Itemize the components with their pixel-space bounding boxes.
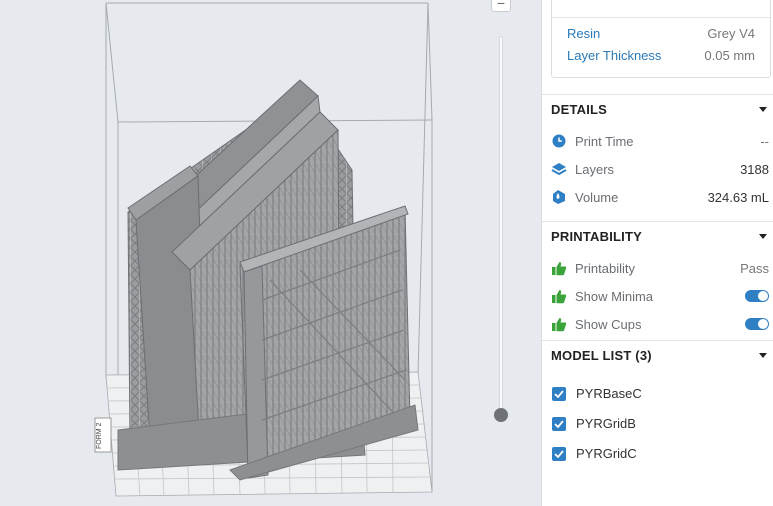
card-divider (552, 17, 770, 18)
clock-icon (551, 133, 567, 149)
model-list-header[interactable]: MODEL LIST (3) (551, 348, 767, 363)
layers-row: Layers 3188 (551, 161, 769, 177)
printability-header[interactable]: PRINTABILITY (551, 229, 767, 244)
volume-row: Volume 324.63 mL (551, 189, 769, 205)
chevron-down-icon[interactable] (759, 353, 767, 358)
resin-row: Resin Grey V4 (567, 26, 755, 41)
material-card[interactable]: Resin Grey V4 Layer Thickness 0.05 mm (551, 0, 771, 78)
show-minima-toggle[interactable] (745, 290, 769, 302)
thumbs-up-icon (551, 316, 567, 332)
model-list-item[interactable]: PYRGridC (552, 446, 637, 461)
layer-thickness-value: 0.05 mm (704, 48, 755, 63)
checkbox-checked-icon[interactable] (552, 446, 566, 461)
volume-value: 324.63 mL (707, 189, 769, 205)
printability-label: Printability (575, 260, 635, 276)
layers-label: Layers (575, 161, 615, 177)
layer-thickness-row: Layer Thickness 0.05 mm (567, 48, 755, 63)
checkbox-checked-icon[interactable] (552, 416, 566, 431)
chevron-down-icon[interactable] (759, 234, 767, 239)
chevron-down-icon[interactable] (759, 107, 767, 112)
model-label-pyrgridb: PYRGridB (576, 416, 636, 431)
print-time-row: Print Time -- (551, 133, 769, 149)
printability-row: Printability Pass (551, 260, 769, 276)
side-panel: Resin Grey V4 Layer Thickness 0.05 mm DE… (541, 0, 773, 506)
layer-slider-thumb[interactable] (494, 408, 508, 422)
volume-label: Volume (575, 189, 619, 205)
resin-label[interactable]: Resin (567, 26, 600, 41)
show-minima-row: Show Minima (551, 288, 769, 304)
model-label-pyrgridc: PYRGridC (576, 446, 637, 461)
model-list-title: MODEL LIST (3) (551, 348, 652, 363)
thumbs-up-icon (551, 288, 567, 304)
build-volume-scene: FORM 2 (94, 2, 433, 497)
thumbs-up-icon (551, 260, 567, 276)
zoom-out-button[interactable]: − (491, 0, 511, 12)
checkbox-checked-icon[interactable] (552, 386, 566, 401)
show-cups-row: Show Cups (551, 316, 769, 332)
model-label-pyrbasec: PYRBaseC (576, 386, 642, 401)
layer-slider-track[interactable] (499, 36, 503, 416)
show-minima-label: Show Minima (575, 288, 654, 304)
section-divider (542, 221, 773, 222)
3d-viewport[interactable]: FORM 2 − (0, 0, 541, 506)
printer-tag-label: FORM 2 (96, 422, 103, 449)
section-divider (542, 340, 773, 341)
printability-title: PRINTABILITY (551, 229, 642, 244)
volume-drop-icon (551, 189, 567, 205)
resin-value: Grey V4 (707, 26, 755, 41)
layers-value: 3188 (740, 161, 769, 177)
details-title: DETAILS (551, 102, 608, 117)
model-list-item[interactable]: PYRGridB (552, 416, 636, 431)
printability-value: Pass (740, 260, 769, 276)
print-time-label: Print Time (575, 133, 634, 149)
print-time-value: -- (760, 133, 769, 149)
zoom-out-label: − (496, 0, 506, 11)
show-cups-toggle[interactable] (745, 318, 769, 330)
layers-icon (551, 161, 567, 177)
model-list-item[interactable]: PYRBaseC (552, 386, 642, 401)
details-header[interactable]: DETAILS (551, 102, 767, 117)
section-divider (542, 94, 773, 95)
show-cups-label: Show Cups (575, 316, 642, 332)
layer-thickness-label[interactable]: Layer Thickness (567, 48, 661, 63)
